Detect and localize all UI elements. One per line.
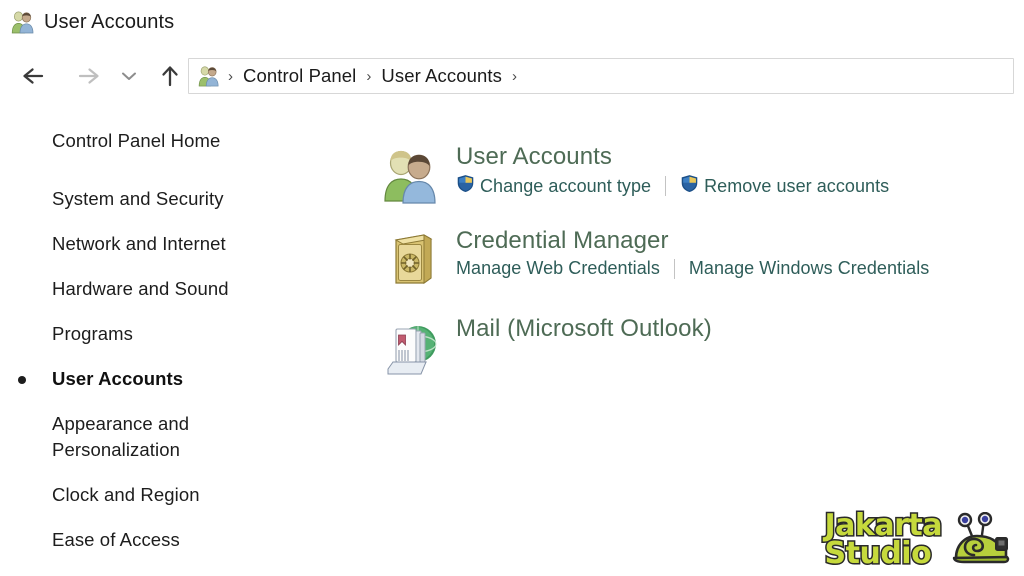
back-arrow-icon[interactable]: [14, 56, 54, 96]
link-label: Manage Web Credentials: [456, 258, 660, 278]
link-label: Change account type: [480, 175, 652, 196]
breadcrumb-separator-0[interactable]: ›: [225, 68, 236, 85]
uac-shield-icon: [456, 174, 475, 198]
sidebar-item-hardware-and-sound[interactable]: Hardware and Sound: [0, 276, 330, 302]
sidebar-item-ease-of-access[interactable]: Ease of Access: [0, 527, 330, 553]
link-label: Remove user accounts: [704, 175, 890, 196]
category-credential-manager: Credential Manager Manage Web Credential…: [378, 226, 1024, 300]
link-divider: [665, 176, 667, 196]
control-panel-categories: User Accounts Change account type Remove…: [378, 142, 1024, 398]
link-divider: [673, 258, 675, 279]
jakarta-studio-watermark: Jakarta Studio: [823, 509, 1014, 571]
user-accounts-people-icon[interactable]: [382, 146, 440, 204]
user-accounts-people-icon: [10, 10, 36, 34]
watermark-text: Jakarta Studio: [823, 509, 944, 571]
breadcrumb-user-accounts[interactable]: User Accounts: [374, 65, 509, 87]
category-user-accounts: User Accounts Change account type Remove…: [378, 142, 1024, 216]
sidebar-item-clock-and-region[interactable]: Clock and Region: [0, 482, 330, 508]
control-panel-sidebar: Control Panel Home System and Security N…: [0, 128, 330, 572]
category-links-credential-manager: Manage Web Credentials Manage Windows Cr…: [456, 258, 1024, 279]
breadcrumb-separator-1[interactable]: ›: [363, 68, 374, 85]
category-links-user-accounts: Change account type Remove user accounts: [456, 174, 1024, 198]
uac-shield-icon: [680, 174, 699, 198]
snail-logo-icon: [948, 511, 1014, 568]
watermark-line-2: Studio: [823, 535, 933, 571]
sidebar-item-user-accounts[interactable]: User Accounts: [0, 366, 330, 392]
credential-vault-icon[interactable]: [382, 230, 440, 288]
breadcrumb-separator-2[interactable]: ›: [509, 68, 520, 85]
category-title-user-accounts[interactable]: User Accounts: [456, 142, 612, 172]
up-arrow-icon[interactable]: [150, 56, 190, 96]
link-manage-windows-credentials[interactable]: Manage Windows Credentials: [689, 258, 929, 279]
sidebar-item-control-panel-home[interactable]: Control Panel Home: [0, 128, 330, 154]
sidebar-item-programs[interactable]: Programs: [0, 321, 330, 347]
link-manage-web-credentials[interactable]: Manage Web Credentials: [456, 258, 660, 279]
chevron-down-icon[interactable]: [114, 56, 144, 96]
control-panel-people-icon[interactable]: [197, 65, 221, 87]
forward-arrow-icon: [68, 56, 108, 96]
link-remove-user-accounts[interactable]: Remove user accounts: [680, 174, 889, 198]
sidebar-item-system-and-security[interactable]: System and Security: [0, 186, 330, 212]
window-title-bar: User Accounts: [0, 0, 1024, 44]
address-breadcrumb-bar[interactable]: › Control Panel › User Accounts ›: [188, 58, 1014, 94]
breadcrumb-control-panel[interactable]: Control Panel: [236, 65, 363, 87]
sidebar-item-appearance-and-personalization[interactable]: Appearance and Personalization: [0, 411, 200, 463]
sidebar-item-network-and-internet[interactable]: Network and Internet: [0, 231, 330, 257]
category-title-mail[interactable]: Mail (Microsoft Outlook): [456, 314, 712, 344]
category-title-credential-manager[interactable]: Credential Manager: [456, 226, 669, 256]
window-title: User Accounts: [44, 10, 175, 33]
mail-outlook-icon[interactable]: [382, 318, 440, 376]
link-label: Manage Windows Credentials: [688, 258, 930, 278]
link-change-account-type[interactable]: Change account type: [456, 174, 651, 198]
category-mail: Mail (Microsoft Outlook): [378, 314, 1024, 388]
